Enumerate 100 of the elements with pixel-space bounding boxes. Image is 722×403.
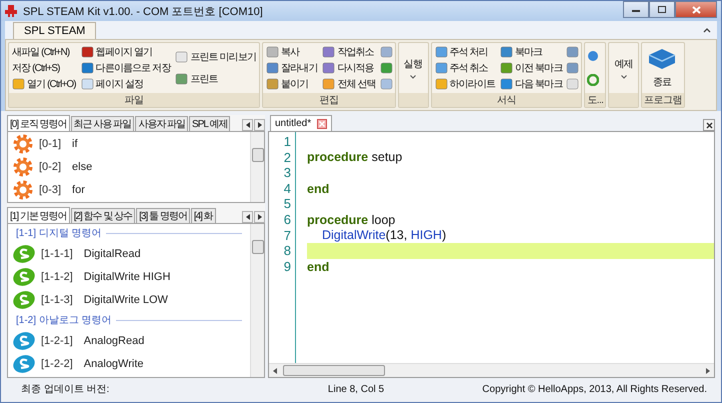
line-number: 5 <box>282 196 291 212</box>
ribbon-button[interactable]: 웹페이지 열기 <box>80 45 172 59</box>
panel-tab[interactable]: [4] 화 <box>190 208 216 223</box>
command-code: [0-1] <box>39 138 62 150</box>
ribbon-button[interactable]: 하이라이트 <box>434 77 496 91</box>
line-number: 6 <box>282 212 291 228</box>
command-name[interactable]: for <box>72 184 85 196</box>
ribbon-dropdown-button[interactable]: 예제 <box>611 44 636 92</box>
ribbon-button[interactable]: 프린트 <box>174 72 257 86</box>
command-name[interactable]: DigitalWrite HIGH <box>84 270 170 282</box>
ribbon-button[interactable]: 전체 선택 <box>321 77 377 91</box>
maximize-button[interactable] <box>649 1 675 18</box>
panel-tab[interactable]: [2] 함수 및 상수 <box>70 208 136 223</box>
section-heading: [1-2] 아날로그 명령어 <box>16 314 112 327</box>
tab-scroll-right-button[interactable] <box>254 119 265 131</box>
copyright-text: Copyright © HelloApps, 2013, All Rights Reserved. <box>482 384 707 394</box>
line-number: 9 <box>282 258 291 274</box>
document-tab[interactable]: untitled* <box>270 115 332 131</box>
cursor-position: Line 8, Col 5 <box>326 384 386 394</box>
panel-tab[interactable]: 사용자 파일 <box>135 116 188 131</box>
close-icon <box>706 122 712 128</box>
line-number: 3 <box>282 165 291 181</box>
panel-tab[interactable]: [3] 툴 명령어 <box>136 208 190 223</box>
command-code: [1-2-1] <box>41 334 73 346</box>
line-number: 7 <box>282 228 291 244</box>
tab-scroll-right-button[interactable] <box>254 211 265 223</box>
code-line: procedure setup <box>307 150 402 164</box>
ribbon-tab[interactable]: SPL STEAM <box>13 22 96 39</box>
right-triangle-icon <box>258 122 262 128</box>
group-label: 파일 <box>124 94 144 107</box>
line-number: 2 <box>282 150 291 166</box>
ribbon-button[interactable]: 북마크 <box>499 45 564 59</box>
group-footer <box>398 93 428 107</box>
panel-tab[interactable]: [1] 기본 명령어 <box>7 207 70 223</box>
ribbon-dropdown-button[interactable]: 실행 <box>400 44 426 92</box>
group-label: 편집 <box>319 94 338 107</box>
ribbon-button[interactable]: 복사 <box>265 45 318 59</box>
window-title: SPL STEAM Kit v1.00. - COM 포트번호 [COM10] <box>23 4 264 18</box>
collapse-ribbon-icon[interactable] <box>703 28 711 32</box>
ribbon-button[interactable]: 열기 (Ctrl+O) <box>11 77 77 91</box>
ribbon-button[interactable]: 잘라내기 <box>265 61 318 75</box>
maximize-icon <box>658 6 666 13</box>
command-name[interactable]: DigitalWrite LOW <box>84 294 168 306</box>
ribbon-button[interactable]: 주석 처리 <box>434 45 496 59</box>
version-label: 최종 업데이트 버전: <box>21 383 110 396</box>
command-name[interactable]: else <box>72 160 92 172</box>
command-code: [1-2-2] <box>41 358 73 370</box>
group-label: 도... <box>587 94 604 107</box>
left-triangle-icon <box>246 214 250 220</box>
close-button[interactable] <box>675 1 717 18</box>
ribbon-button[interactable]: 다른이름으로 저장 <box>80 61 172 75</box>
ribbon-button[interactable]: 붙이기 <box>265 77 318 91</box>
right-triangle-icon <box>258 214 262 220</box>
ribbon-button[interactable]: 이전 북마크 <box>499 61 564 75</box>
caret-icon <box>620 75 627 79</box>
code-editor[interactable]: 1 2 procedure setup 3 4 end 5 6 procedure loop 7 DigitalWrite(13, HIGH) 8 9 end <box>268 131 715 378</box>
panel-tab[interactable]: 최근 사용 파일 <box>70 116 134 131</box>
ribbon-button[interactable]: 주석 취소 <box>434 61 496 75</box>
ribbon-button[interactable]: 저장 (Ctrl+S) <box>11 61 77 75</box>
horizontal-scrollbar[interactable] <box>269 363 714 377</box>
close-icon <box>692 6 700 14</box>
command-code: [1-1-1] <box>41 248 73 260</box>
ribbon-button[interactable]: 작업취소 <box>321 45 377 59</box>
panel-tab[interactable]: SPL 예제 <box>189 116 230 131</box>
ribbon-button[interactable]: 다음 북마크 <box>499 77 564 91</box>
command-name[interactable]: if <box>72 138 78 150</box>
close-icon[interactable] <box>317 118 328 128</box>
vertical-scrollbar[interactable] <box>250 224 264 377</box>
robot-icon <box>5 5 17 17</box>
ribbon-button[interactable]: 다시적용 <box>321 61 377 75</box>
caret-icon <box>410 75 416 79</box>
panel-tab[interactable]: [0] 로직 명령어 <box>7 115 70 131</box>
left-triangle-icon <box>246 122 250 128</box>
group-label: 서식 <box>497 94 516 107</box>
close-document-button[interactable] <box>703 119 715 131</box>
ribbon-button[interactable]: 새파일 (Ctrl+N) <box>11 45 77 59</box>
minimize-button[interactable] <box>623 1 649 18</box>
command-name[interactable]: AnalogRead <box>84 334 144 346</box>
left-triangle-icon <box>273 368 277 374</box>
tab-scroll-left-button[interactable] <box>242 119 253 131</box>
ribbon-button[interactable]: 프린트 미리보기 <box>174 50 257 64</box>
line-number: 1 <box>282 134 291 150</box>
exit-button[interactable]: 종료 <box>644 44 680 92</box>
command-name[interactable]: AnalogWrite <box>84 358 144 370</box>
command-name[interactable]: DigitalRead <box>84 248 141 260</box>
right-triangle-icon <box>706 368 710 374</box>
command-code: [0-2] <box>39 160 62 172</box>
code-line: DigitalWrite(13, HIGH) <box>322 228 446 242</box>
code-line: end <box>307 182 330 196</box>
line-number: 4 <box>282 180 291 196</box>
vertical-scrollbar[interactable] <box>250 132 264 202</box>
command-code: [1-1-3] <box>41 294 73 306</box>
code-line: end <box>307 260 330 274</box>
line-number: 8 <box>282 243 291 259</box>
ribbon-button[interactable]: 페이지 설정 <box>80 77 172 91</box>
tab-scroll-left-button[interactable] <box>242 211 253 223</box>
code-line: procedure loop <box>307 212 396 227</box>
group-label: 프로그램 <box>644 94 682 107</box>
cube-icon <box>647 47 678 71</box>
command-code: [0-3] <box>39 184 62 196</box>
